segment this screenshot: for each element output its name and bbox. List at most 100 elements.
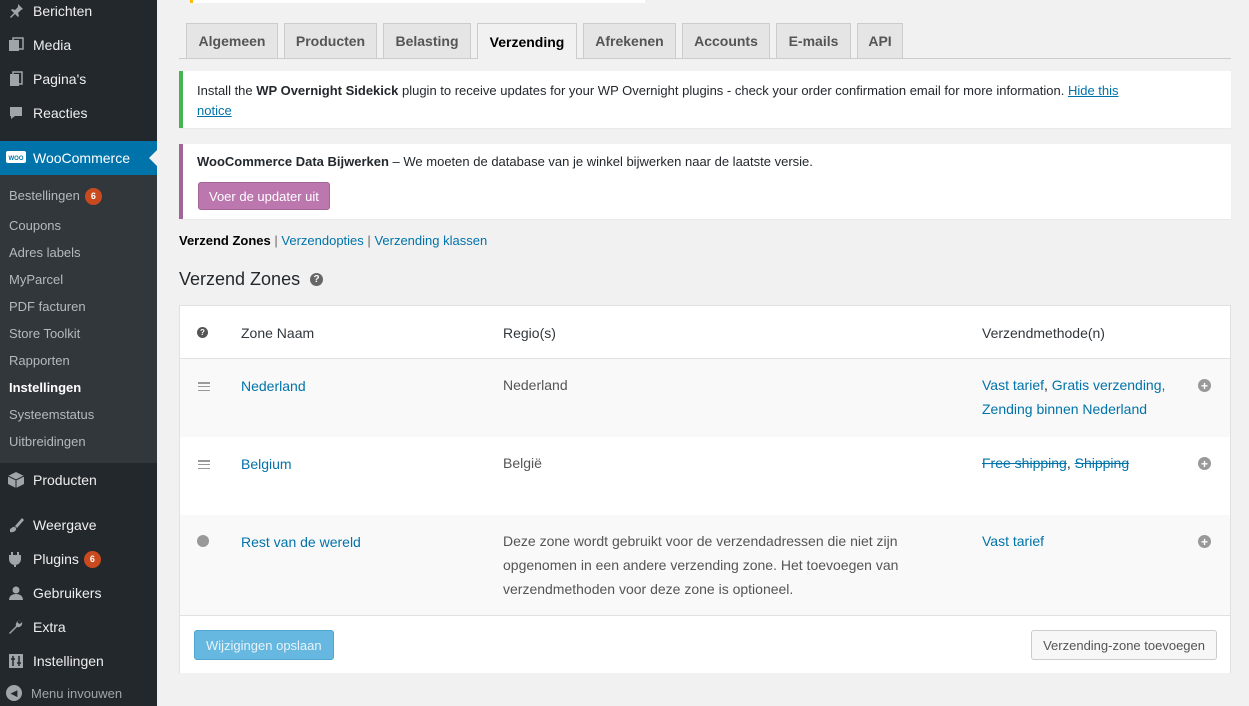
zone-methods: Vast tarief, Gratis verzending, Zending …	[982, 377, 1166, 417]
plugins-count-badge: 6	[83, 550, 101, 568]
drag-handle-icon[interactable]	[198, 460, 210, 469]
menu-label: WooCommerce	[33, 150, 130, 166]
col-zone-name: Zone Naam	[241, 325, 315, 341]
woo-icon: WOO	[6, 148, 26, 168]
tab-emails[interactable]: E-mails	[776, 23, 851, 58]
menu-label: Berichten	[33, 3, 93, 19]
zone-region: België	[503, 455, 542, 471]
comments-icon	[6, 103, 26, 123]
sidekick-plugin-name: WP Overnight Sidekick	[256, 83, 399, 98]
update-notice-title: WooCommerce Data Bijwerken	[197, 154, 389, 169]
zone-methods: Free shipping, Shipping	[982, 455, 1130, 471]
subnav-verzending-klassen[interactable]: Verzending klassen	[374, 233, 487, 248]
submenu-item-rapporten[interactable]: Rapporten	[9, 353, 70, 368]
submenu-item-myparcel[interactable]: MyParcel	[9, 272, 63, 287]
add-zone-button[interactable]: Verzending-zone toevoegen	[1031, 630, 1217, 660]
data-update-notice: WooCommerce Data Bijwerken – We moeten d…	[179, 144, 1231, 219]
tab-belasting[interactable]: Belasting	[383, 23, 471, 58]
run-updater-button[interactable]: Voer de updater uit	[198, 182, 330, 210]
table-row: Rest van de wereld Deze zone wordt gebru…	[180, 515, 1230, 615]
col-methods: Verzendmethode(n)	[982, 325, 1105, 341]
wrench-icon	[6, 617, 26, 637]
table-footer: Wijzigingen opslaan Verzending-zone toev…	[180, 615, 1230, 673]
menu-item-woocommerce[interactable]: WOO WooCommerce	[0, 141, 157, 175]
settings-icon	[6, 651, 26, 671]
svg-text:WOO: WOO	[9, 156, 24, 162]
col-regions: Regio(s)	[503, 325, 556, 341]
submenu-item-coupons[interactable]: Coupons	[9, 218, 61, 233]
tab-afrekenen[interactable]: Afrekenen	[583, 23, 676, 58]
users-icon	[6, 583, 26, 603]
main-content: Algemeen Producten Belasting Verzending …	[157, 0, 1249, 706]
box-icon	[6, 470, 26, 490]
submenu-item-store-toolkit[interactable]: Store Toolkit	[9, 326, 80, 341]
page-title: Verzend Zones ?	[179, 269, 324, 290]
submenu-item-bestellingen[interactable]: Bestellingen 6	[9, 188, 102, 206]
menu-item-weergave[interactable]: Weergave	[0, 508, 157, 542]
menu-item-gebruikers[interactable]: Gebruikers	[0, 576, 157, 610]
submenu-item-pdf-facturen[interactable]: PDF facturen	[9, 299, 86, 314]
menu-item-paginas[interactable]: Pagina's	[0, 62, 157, 96]
collapse-label: Menu invouwen	[31, 685, 123, 701]
method-link[interactable]: Vast tarief	[982, 377, 1044, 393]
zone-name-link[interactable]: Rest van de wereld	[241, 534, 361, 550]
plug-icon	[6, 549, 26, 569]
zone-name-link[interactable]: Belgium	[241, 456, 292, 472]
menu-label: Instellingen	[33, 653, 104, 669]
method-link[interactable]: Zending binnen Nederland	[982, 401, 1147, 417]
submenu-item-uitbreidingen[interactable]: Uitbreidingen	[9, 434, 86, 449]
menu-label: Extra	[33, 619, 66, 635]
method-link-disabled[interactable]: Shipping	[1075, 455, 1130, 471]
zone-name-link[interactable]: Nederland	[241, 378, 306, 394]
zone-region: Deze zone wordt gebruikt voor de verzend…	[503, 533, 899, 597]
tabs-baseline	[179, 58, 1231, 59]
tab-producten[interactable]: Producten	[284, 23, 377, 58]
globe-icon	[197, 535, 209, 547]
method-link-disabled[interactable]: Free shipping	[982, 455, 1067, 471]
menu-item-producten[interactable]: Producten	[0, 463, 157, 497]
brush-icon	[6, 515, 26, 535]
subnav-verzendopties[interactable]: Verzendopties	[281, 233, 363, 248]
menu-item-plugins[interactable]: Plugins 6	[0, 542, 157, 576]
add-method-icon[interactable]: +	[1198, 535, 1211, 548]
menu-label: Gebruikers	[33, 585, 102, 601]
pushpin-icon	[6, 1, 26, 21]
collapse-arrow-icon: ◀	[6, 685, 22, 701]
menu-label: Producten	[33, 472, 97, 488]
tab-verzending[interactable]: Verzending	[477, 23, 577, 59]
menu-item-extra[interactable]: Extra	[0, 610, 157, 644]
zone-region: Nederland	[503, 377, 568, 393]
tab-algemeen[interactable]: Algemeen	[186, 23, 278, 58]
admin-sidebar: Berichten Media Pagina's Reacties WOO Wo…	[0, 0, 157, 706]
submenu-item-systeemstatus[interactable]: Systeemstatus	[9, 407, 94, 422]
table-header: ? Zone Naam Regio(s) Verzendmethode(n)	[180, 306, 1230, 359]
tab-accounts[interactable]: Accounts	[682, 23, 770, 58]
drag-handle-icon[interactable]	[198, 382, 210, 391]
menu-label: Weergave	[33, 517, 97, 533]
submenu-item-instellingen[interactable]: Instellingen	[9, 380, 81, 395]
tab-api[interactable]: API	[857, 23, 903, 58]
pages-icon	[6, 69, 26, 89]
media-icon	[6, 35, 26, 55]
menu-label: Reacties	[33, 105, 88, 121]
menu-item-reacties[interactable]: Reacties	[0, 96, 157, 130]
menu-label: Pagina's	[33, 71, 87, 87]
submenu-item-adres-labels[interactable]: Adres labels	[9, 245, 81, 260]
add-method-icon[interactable]: +	[1198, 379, 1211, 392]
help-icon[interactable]: ?	[310, 273, 324, 286]
menu-item-berichten[interactable]: Berichten	[0, 0, 157, 28]
collapse-menu-button[interactable]: ◀ Menu invouwen	[6, 685, 122, 701]
menu-item-media[interactable]: Media	[0, 28, 157, 62]
table-row: Nederland Nederland Vast tarief, Gratis …	[180, 359, 1230, 437]
save-changes-button[interactable]: Wijzigingen opslaan	[194, 630, 334, 660]
top-notice-edge	[190, 0, 645, 3]
orders-count-badge: 6	[84, 188, 102, 206]
method-link[interactable]: Gratis verzending,	[1052, 377, 1166, 393]
woocommerce-submenu: Bestellingen 6 Coupons Adres labels MyPar…	[0, 175, 157, 463]
menu-item-instellingen[interactable]: Instellingen	[0, 644, 157, 678]
menu-label: Media	[33, 37, 72, 53]
method-link[interactable]: Vast tarief	[982, 533, 1044, 549]
add-method-icon[interactable]: +	[1198, 457, 1211, 470]
shipping-zones-table: ? Zone Naam Regio(s) Verzendmethode(n) N…	[179, 305, 1231, 673]
help-icon[interactable]: ?	[197, 327, 208, 338]
